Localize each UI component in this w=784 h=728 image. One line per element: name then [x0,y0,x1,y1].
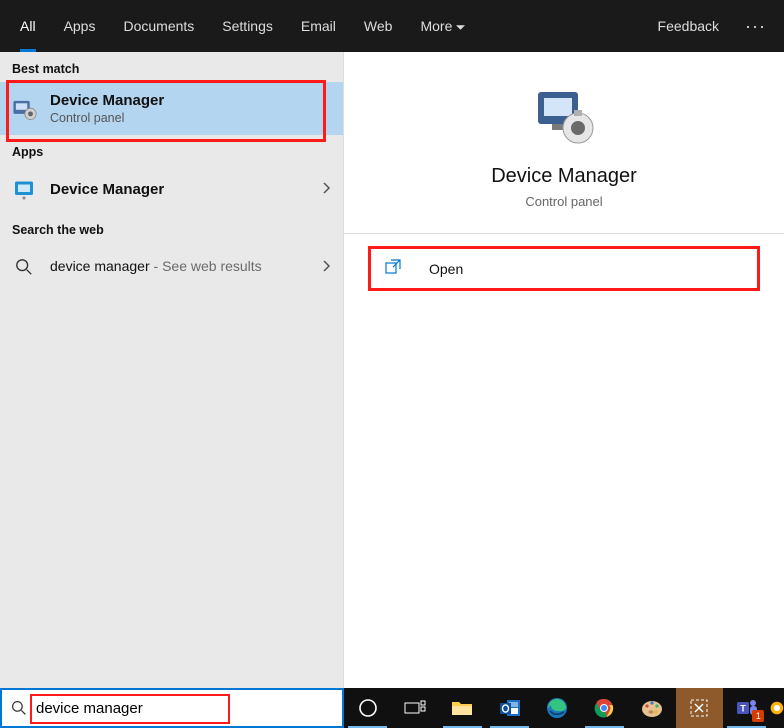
filter-tab-web[interactable]: Web [350,0,407,52]
chevron-down-icon [456,18,465,34]
svg-text:T: T [740,704,746,714]
outlook-icon [499,698,521,718]
app-icon [770,697,784,719]
search-bar[interactable] [0,688,344,728]
taskbar-paint[interactable] [628,688,675,728]
open-action[interactable]: Open [371,249,757,288]
filter-tab-more[interactable]: More [406,0,479,52]
filter-tab-email[interactable]: Email [287,0,350,52]
paint-icon [641,698,663,718]
detail-actions: Open [344,234,784,303]
taskbar: T 1 [344,688,784,728]
result-detail-pane: Device Manager Control panel Open [344,52,784,688]
web-result[interactable]: device manager - See web results [0,243,343,291]
more-options-button[interactable]: ··· [733,0,778,52]
open-action-label: Open [429,261,463,277]
open-icon [385,259,415,278]
best-match-result[interactable]: Device Manager Control panel [0,82,343,135]
taskbar-snip[interactable] [676,688,723,728]
cortana-icon [358,698,378,718]
feedback-button[interactable]: Feedback [644,0,733,52]
filter-tab-apps[interactable]: Apps [50,0,110,52]
filter-tab-label: Settings [222,18,273,34]
best-match-subtitle: Control panel [50,111,331,125]
ellipsis-icon: ··· [745,16,766,37]
device-manager-large-icon [532,88,596,151]
web-result-texts: device manager - See web results [50,258,323,276]
file-explorer-icon [451,699,473,717]
taskbar-teams[interactable]: T 1 [723,688,770,728]
taskbar-cortana-button[interactable] [344,688,391,728]
edge-icon [546,697,568,719]
search-results-main: Best match Device Manager Control panel … [0,52,784,688]
filter-tab-label: Documents [123,18,194,34]
device-manager-app-icon [10,175,38,203]
best-match-texts: Device Manager Control panel [50,92,331,125]
filter-active-underline [20,49,36,52]
chevron-right-icon [323,259,331,275]
detail-card: Device Manager Control panel [344,52,784,234]
taskbar-chrome[interactable] [581,688,628,728]
section-label-best-match: Best match [0,52,343,82]
filter-tab-label: Web [364,18,393,34]
search-icon [10,253,38,281]
app-result-title: Device Manager [50,181,323,198]
search-filter-bar: All Apps Documents Settings Email Web Mo… [0,0,784,52]
detail-subtitle: Control panel [368,194,760,209]
snip-icon [689,698,709,718]
filter-tab-label: Email [301,18,336,34]
search-icon [2,700,36,716]
filter-tab-label: Apps [64,18,96,34]
chrome-icon [594,698,614,718]
web-result-query: device manager [50,258,150,274]
detail-title: Device Manager [368,165,760,188]
filter-tab-label: All [20,18,36,34]
search-input[interactable] [36,690,342,726]
taskbar-edge[interactable] [533,688,580,728]
feedback-label: Feedback [658,18,719,34]
app-result-device-manager[interactable]: Device Manager [0,165,343,213]
annotation-highlight-open: Open [368,246,760,291]
results-left-column: Best match Device Manager Control panel … [0,52,344,688]
section-label-apps: Apps [0,135,343,165]
app-result-texts: Device Manager [50,181,323,198]
taskbar-task-view-button[interactable] [391,688,438,728]
filter-tab-settings[interactable]: Settings [208,0,287,52]
section-label-search-web: Search the web [0,213,343,243]
task-view-icon [404,700,426,716]
filter-tab-all[interactable]: All [6,0,50,52]
best-match-title: Device Manager [50,92,331,109]
filter-tab-documents[interactable]: Documents [109,0,208,52]
chevron-right-icon [323,181,331,197]
taskbar-outlook[interactable] [486,688,533,728]
taskbar-file-explorer[interactable] [439,688,486,728]
teams-badge: 1 [752,710,764,722]
device-manager-icon [10,95,38,123]
taskbar-app-partial[interactable] [770,688,784,728]
web-result-suffix: - See web results [150,258,262,274]
filter-tab-label: More [420,18,452,34]
